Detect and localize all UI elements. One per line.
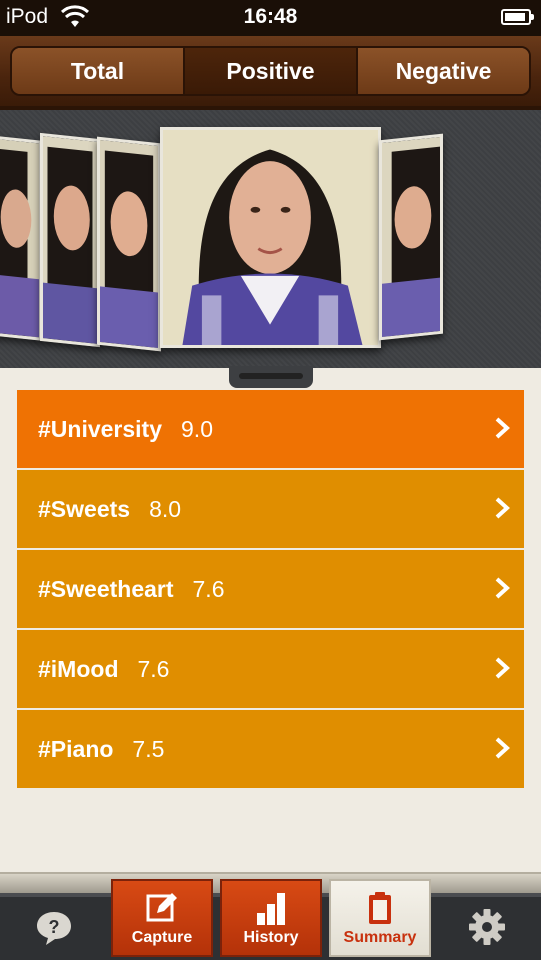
clipboard-icon: [369, 892, 391, 924]
list-item[interactable]: #Sweets 8.0: [17, 470, 524, 548]
tag-score: 7.6: [137, 655, 170, 682]
tag-list: #University 9.0 #Sweets 8.0 #Sweetheart …: [17, 390, 524, 790]
list-item[interactable]: #Piano 7.5: [17, 710, 524, 788]
carousel-photo[interactable]: [0, 135, 42, 341]
bar-chart-icon: [257, 893, 285, 925]
segment-total[interactable]: Total: [12, 48, 185, 94]
carousel-photo[interactable]: [379, 133, 443, 341]
tag-name: #iMood: [38, 655, 119, 682]
tag-score: 9.0: [181, 415, 213, 442]
tab-history[interactable]: History: [220, 879, 322, 957]
svg-text:?: ?: [49, 917, 60, 937]
filter-bar: Total Positive Negative: [0, 36, 541, 110]
pencil-edit-icon: [146, 893, 177, 922]
list-item[interactable]: #Sweetheart 7.6: [17, 550, 524, 628]
segment-positive[interactable]: Positive: [185, 48, 358, 94]
tag-name: #University: [38, 415, 163, 442]
tab-label: History: [243, 929, 299, 946]
tab-label: Summary: [343, 929, 417, 946]
gear-icon[interactable]: [468, 908, 506, 946]
selected-photo[interactable]: [160, 127, 381, 348]
chevron-right-icon: [495, 737, 510, 759]
carousel-photo[interactable]: [97, 136, 161, 352]
chevron-right-icon: [495, 657, 510, 679]
tab-label: Capture: [131, 929, 193, 946]
status-time: 16:48: [243, 5, 298, 28]
list-item[interactable]: #iMood 7.6: [17, 630, 524, 708]
chevron-right-icon: [495, 417, 510, 439]
tag-score: 7.6: [192, 575, 225, 602]
tag-name: #Piano: [38, 735, 114, 762]
filter-segmented-control: Total Positive Negative: [10, 46, 531, 96]
status-bar: iPod 16:48: [0, 0, 541, 36]
battery-icon: [501, 9, 534, 25]
carousel-photo[interactable]: [40, 132, 100, 348]
tag-score: 7.5: [132, 735, 165, 762]
list-item[interactable]: #University 9.0: [17, 390, 524, 468]
help-icon[interactable]: ?: [34, 908, 74, 948]
carousel-drag-handle[interactable]: [229, 366, 313, 388]
tab-capture[interactable]: Capture: [111, 879, 213, 957]
tag-name: #Sweetheart: [38, 575, 174, 602]
tag-score: 8.0: [149, 495, 182, 522]
photo-carousel[interactable]: [0, 110, 541, 368]
tab-summary[interactable]: Summary: [329, 879, 431, 957]
segment-negative[interactable]: Negative: [358, 48, 529, 94]
chevron-right-icon: [495, 577, 510, 599]
tag-name: #Sweets: [38, 495, 131, 522]
chevron-right-icon: [495, 497, 510, 519]
